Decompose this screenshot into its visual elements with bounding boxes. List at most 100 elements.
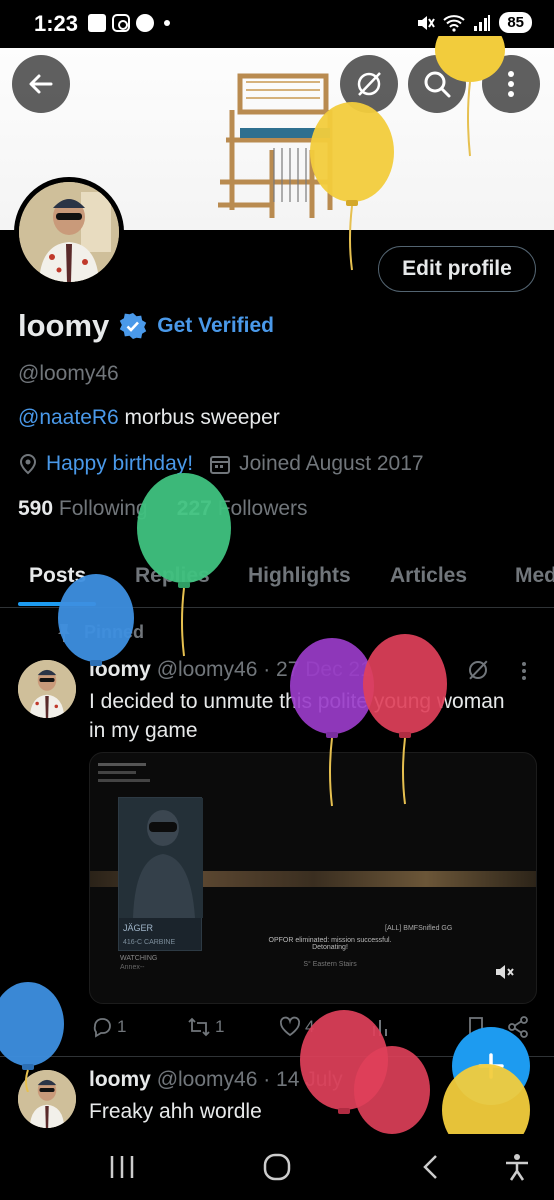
back-arrow-icon — [29, 74, 53, 94]
notification-icons — [88, 14, 170, 32]
followers-label: Followers — [217, 497, 308, 520]
weapon-name: 416-C CARBINE — [123, 939, 176, 946]
watching-label: WATCHING — [120, 955, 158, 962]
post-text-line-1: I decided to unmute this polite young wo… — [89, 690, 505, 713]
back-nav-icon[interactable] — [420, 1152, 442, 1182]
grok-post-icon[interactable] — [466, 658, 490, 682]
accessibility-icon[interactable] — [503, 1152, 531, 1182]
notification-square-icon — [88, 14, 106, 32]
reply-button[interactable]: 1 — [91, 1016, 126, 1038]
birthday-link[interactable]: Happy birthday! — [46, 452, 193, 476]
more-vertical-icon — [508, 71, 514, 97]
pinned-text: Pinned — [84, 622, 145, 642]
profile-meta: Happy birthday! Joined August 2017 — [18, 452, 424, 476]
search-button[interactable] — [408, 55, 466, 113]
video-header-names — [98, 759, 178, 789]
joined-date: Joined August 2017 — [239, 452, 424, 475]
post-text-line-2: in my game — [89, 719, 198, 742]
following-link[interactable]: 590 Following — [18, 497, 148, 520]
repost-count: 1 — [215, 1017, 225, 1036]
edit-profile-button[interactable]: Edit profile — [378, 246, 536, 292]
active-tab-indicator — [18, 602, 96, 606]
back-button[interactable] — [12, 55, 70, 113]
video-mute-icon[interactable] — [493, 961, 515, 983]
search-icon — [424, 71, 451, 98]
tab-posts[interactable]: Posts — [29, 564, 86, 588]
following-count: 590 — [18, 497, 54, 520]
repost-icon — [188, 1017, 210, 1037]
follow-stats: 590 Following 227 Followers — [18, 497, 308, 521]
grok-icon — [357, 72, 381, 96]
post-video[interactable]: JÄGER 416-C CARBINE WATCHING Annex-- OPF… — [89, 752, 537, 1004]
red-balloon-icon — [354, 1046, 430, 1134]
system-icons: 85 — [415, 12, 532, 33]
pinned-label: Pinned — [56, 622, 144, 643]
watching-name: Annex-- — [120, 964, 145, 971]
display-name: loomy — [18, 308, 110, 343]
location-icon — [19, 453, 37, 475]
like-icon — [279, 1016, 301, 1037]
tab-replies[interactable]: Replies — [135, 564, 210, 588]
recent-apps-icon[interactable] — [108, 1152, 136, 1182]
home-icon[interactable] — [262, 1152, 292, 1182]
post-avatar[interactable] — [18, 660, 76, 718]
profile-tabs: Posts Replies Highlights Articles Med — [0, 548, 554, 608]
grok-button[interactable] — [340, 55, 398, 113]
post-avatar-figure — [18, 660, 76, 718]
like-button[interactable]: 4 — [279, 1016, 314, 1038]
post-more-icon[interactable] — [520, 660, 528, 682]
profile-avatar[interactable] — [14, 177, 124, 287]
more-notifications-dot-icon — [164, 20, 170, 26]
post-avatar[interactable] — [18, 1070, 76, 1128]
tab-highlights[interactable]: Highlights — [248, 564, 351, 588]
operator-figure — [119, 798, 203, 918]
profile-bio: @naateR6 morbus sweeper — [18, 406, 280, 430]
operator-name: JÄGER — [123, 923, 154, 933]
battery-level: 85 — [499, 12, 532, 33]
operator-card: JÄGER 416-C CARBINE — [118, 797, 203, 951]
post-author[interactable]: loomy — [89, 1068, 151, 1091]
tab-media[interactable]: Med — [515, 564, 554, 588]
mission-message-line-1: OPFOR eliminated: mission successful. — [268, 937, 392, 944]
instagram-icon — [112, 14, 130, 32]
messenger-icon — [136, 14, 154, 32]
followers-link[interactable]: 227 Followers — [177, 497, 308, 520]
reply-icon — [93, 1018, 111, 1038]
plus-icon — [478, 1053, 504, 1079]
mission-message-line-2: Detonating! — [312, 944, 348, 951]
following-label: Following — [58, 497, 148, 520]
region-label: S° Eastern Stairs — [303, 961, 357, 968]
bio-mention-link[interactable]: @naateR6 — [18, 406, 119, 429]
signal-icon — [474, 14, 491, 31]
loom-illustration — [218, 73, 333, 218]
repost-button[interactable]: 1 — [187, 1016, 224, 1038]
views-icon — [373, 1020, 387, 1036]
avatar-figure — [19, 182, 119, 282]
post-meta: @loomy46 · 14 July — [156, 1068, 343, 1091]
android-nav-bar — [0, 1134, 554, 1200]
post-text: Freaky ahh wordle — [89, 1100, 262, 1123]
bio-text: morbus sweeper — [118, 406, 280, 429]
post-author[interactable]: loomy — [89, 658, 151, 681]
followers-count: 227 — [176, 497, 212, 520]
reply-count: 1 — [117, 1017, 127, 1036]
mute-status-icon — [418, 15, 436, 30]
mission-message: OPFOR eliminated: mission successful. De… — [240, 937, 420, 951]
like-count: 4 — [305, 1017, 315, 1036]
pin-icon — [58, 623, 70, 642]
compose-button[interactable] — [452, 1027, 530, 1105]
profile-handle: @loomy46 — [18, 362, 119, 385]
get-verified-link[interactable]: Get Verified — [157, 314, 274, 338]
status-time: 1:23 — [34, 11, 79, 36]
post-meta: @loomy46 · 27 Dec 21 — [156, 658, 372, 681]
post-header: loomy @loomy46 · 27 Dec 21 — [89, 658, 372, 682]
post-text: I decided to unmute this polite young wo… — [89, 687, 544, 745]
status-bar: 1:23 85 — [0, 0, 554, 48]
post-header: loomy @loomy46 · 14 July — [89, 1068, 343, 1092]
chat-line: [ALL] BMFSnifled GG — [385, 925, 453, 932]
tab-articles[interactable]: Articles — [390, 564, 467, 588]
views-button[interactable] — [371, 1016, 391, 1038]
calendar-icon — [210, 456, 231, 474]
more-options-button[interactable] — [482, 55, 540, 113]
verified-badge-icon — [120, 313, 147, 339]
